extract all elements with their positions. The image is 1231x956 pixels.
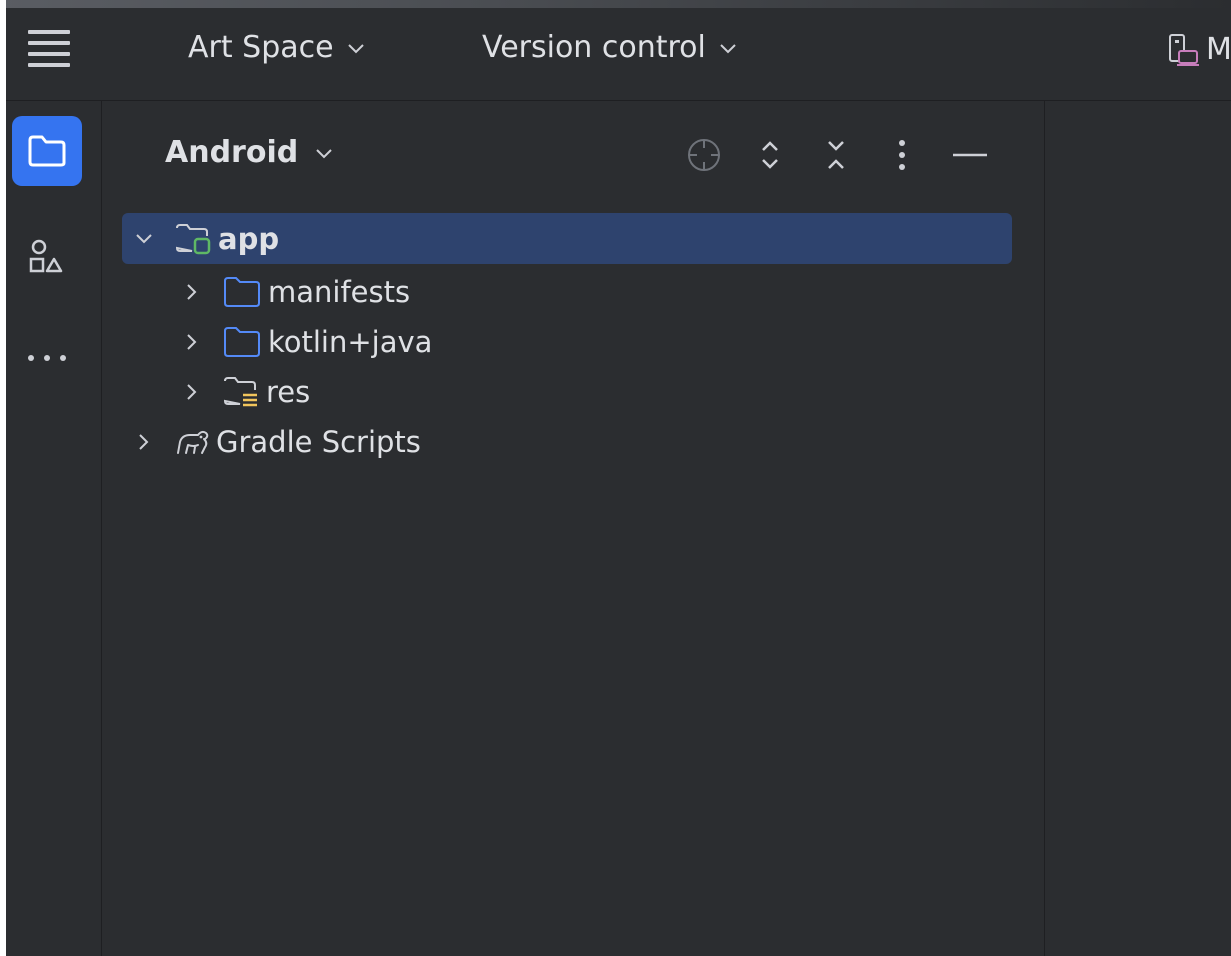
window-title-strip <box>0 0 1231 8</box>
chevron-right-icon[interactable] <box>180 380 204 404</box>
folder-icon <box>222 325 262 359</box>
shapes-icon <box>29 239 63 273</box>
chevron-down-icon[interactable] <box>132 227 156 251</box>
collapse-all-icon <box>828 141 844 169</box>
select-opened-file-button[interactable] <box>684 135 724 175</box>
hamburger-menu-icon[interactable] <box>28 28 70 68</box>
options-menu-button[interactable] <box>882 135 922 175</box>
project-selector[interactable]: Art Space <box>188 30 366 65</box>
tree-row-res[interactable]: res <box>122 366 1012 417</box>
crosshair-icon <box>688 139 720 171</box>
project-name: Art Space <box>188 30 334 65</box>
project-tool-button[interactable] <box>12 116 82 186</box>
chevron-down-icon <box>347 43 364 53</box>
collapse-all-button[interactable] <box>816 135 856 175</box>
hide-icon <box>953 153 987 157</box>
chevron-down-icon <box>720 43 736 53</box>
chevron-down-icon <box>316 148 332 158</box>
device-selector[interactable]: M <box>1168 32 1231 67</box>
chevron-right-icon[interactable] <box>180 330 204 354</box>
resource-folder-icon <box>222 375 262 409</box>
editor-area <box>1044 101 1231 956</box>
more-tools-button[interactable] <box>12 323 82 393</box>
folder-icon <box>222 275 262 309</box>
hide-panel-button[interactable] <box>950 135 990 175</box>
more-horizontal-icon <box>28 355 66 361</box>
device-label: M <box>1206 32 1231 67</box>
project-panel: Android app manifests kotlin+java res Gr… <box>102 101 1043 956</box>
tree-row-kotlin-java[interactable]: kotlin+java <box>122 316 1012 367</box>
gradle-elephant-icon <box>174 427 212 457</box>
expand-all-icon <box>762 141 778 169</box>
version-control-menu[interactable]: Version control <box>482 30 738 65</box>
tree-label: manifests <box>268 274 411 309</box>
tool-window-stripe <box>6 101 102 956</box>
chevron-right-icon[interactable] <box>180 280 204 304</box>
tree-row-manifests[interactable]: manifests <box>122 266 1012 317</box>
chevron-right-icon[interactable] <box>132 430 156 454</box>
tree-label: res <box>266 374 311 409</box>
more-vertical-icon <box>899 140 905 170</box>
module-folder-icon <box>174 222 214 256</box>
tree-row-app[interactable]: app <box>122 213 1012 264</box>
expand-all-button[interactable] <box>750 135 790 175</box>
view-mode-label: Android <box>165 135 299 170</box>
version-control-label: Version control <box>482 30 706 65</box>
main-toolbar: Art Space Version control M <box>6 8 1231 101</box>
tree-label: kotlin+java <box>268 324 433 359</box>
view-mode-selector[interactable]: Android <box>165 135 334 170</box>
device-manager-icon <box>1169 33 1199 66</box>
panel-header: Android <box>102 101 1043 201</box>
tree-label: app <box>218 221 280 256</box>
tree-row-gradle-scripts[interactable]: Gradle Scripts <box>122 416 1012 467</box>
resource-manager-button[interactable] <box>12 221 82 291</box>
folder-icon <box>28 135 66 167</box>
tree-label: Gradle Scripts <box>216 424 421 459</box>
